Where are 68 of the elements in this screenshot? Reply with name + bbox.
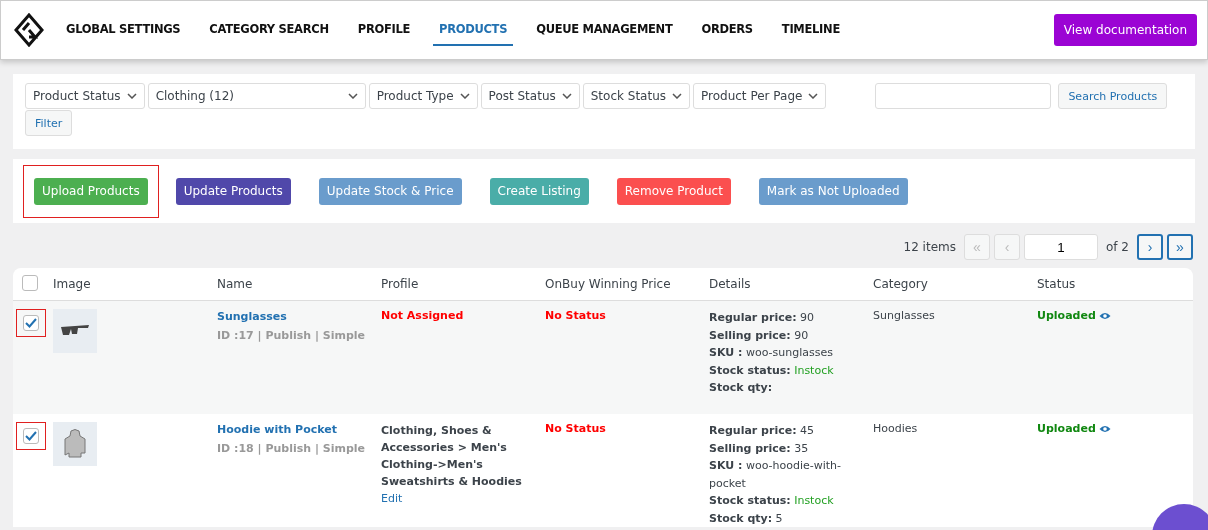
detail-line: Stock status: Instock	[709, 362, 835, 379]
column-header: Image	[53, 277, 91, 291]
column-header: OnBuy Winning Price	[545, 277, 671, 291]
page-number-field[interactable]: 1	[1024, 234, 1098, 260]
row-checkbox[interactable]	[23, 315, 39, 331]
winning-price-status: No Status	[545, 309, 607, 322]
item-count: 12 items	[903, 240, 956, 254]
nav-tab[interactable]: PRODUCTS	[433, 14, 514, 46]
product-name-link[interactable]: Hoodie with Pocket	[217, 423, 337, 436]
product-name-link[interactable]: Sunglasses	[217, 310, 287, 323]
status-text: Uploaded	[1037, 422, 1096, 435]
filter-dropdown[interactable]: Stock Status	[582, 83, 690, 109]
nav-tab[interactable]: TIMELINE	[775, 14, 846, 46]
winning-price-status: No Status	[545, 422, 607, 435]
filter-dropdown[interactable]: Product Type	[368, 83, 478, 109]
column-header: Name	[217, 277, 253, 291]
detail-line: Stock qty:	[709, 380, 774, 396]
profile-status: Not Assigned	[381, 309, 465, 322]
caret-icon	[459, 93, 470, 99]
product-meta: ID :17 | Publish | Simple	[217, 329, 367, 342]
detail-line: Regular price: 45	[709, 423, 816, 439]
detail-line: SKU : woo-sunglasses	[709, 345, 834, 361]
hoodie-icon	[63, 429, 87, 459]
search-products-button[interactable]: Search Products	[1058, 83, 1168, 109]
action-button[interactable]: Update Products	[175, 177, 291, 205]
detail-line: Regular price: 90	[709, 310, 816, 326]
detail-line: Stock status: Instock	[709, 493, 835, 509]
nav-tab[interactable]: QUEUE MANAGEMENT	[530, 14, 679, 46]
nav-tab[interactable]: GLOBAL SETTINGS	[60, 14, 187, 46]
action-button[interactable]: Remove Product	[616, 177, 731, 205]
eye-icon[interactable]	[1098, 312, 1111, 320]
nav-tab[interactable]: CATEGORY SEARCH	[203, 14, 335, 46]
detail-line: Selling price: 35	[709, 440, 810, 457]
sunglasses-icon	[60, 324, 90, 338]
search-field[interactable]	[875, 83, 1052, 109]
row-checkbox[interactable]	[23, 428, 39, 444]
detail-line: SKU : woo-hoodie-with-pocket	[709, 458, 843, 492]
category-text: Hoodies	[873, 422, 919, 435]
column-header: Profile	[381, 277, 419, 291]
column-header: Category	[873, 277, 928, 291]
nav-tab[interactable]: ORDERS	[695, 14, 759, 46]
detail-line: Selling price: 90	[709, 327, 810, 344]
caret-icon	[561, 93, 572, 99]
profile-name: Clothing, Shoes & Accessories > Men's Clothing->Men's Sweatshirts & Hoodies	[381, 423, 523, 490]
status-text: Uploaded	[1037, 309, 1096, 322]
caret-icon	[347, 93, 358, 99]
filter-dropdown[interactable]: Product Status	[25, 83, 145, 109]
detail-line: Stock qty: 5	[709, 510, 784, 527]
last-page-button[interactable]: »	[1167, 234, 1193, 260]
view-documentation-button[interactable]: View documentation	[1053, 14, 1197, 46]
filter-button[interactable]: Filter	[25, 110, 73, 136]
page-total: of 2	[1106, 240, 1129, 254]
column-header: Details	[709, 277, 751, 291]
filter-dropdown[interactable]: Post Status	[480, 83, 580, 109]
caret-icon	[126, 93, 137, 99]
next-page-button[interactable]: ›	[1137, 234, 1163, 260]
caret-icon	[672, 93, 682, 99]
product-meta: ID :18 | Publish | Simple	[217, 442, 367, 455]
logo-icon	[14, 13, 44, 47]
column-header: Status	[1037, 277, 1076, 291]
category-text: Sunglasses	[873, 309, 936, 322]
nav-tab[interactable]: PROFILE	[351, 14, 417, 46]
filter-dropdown[interactable]: Product Per Page	[693, 83, 827, 109]
eye-icon[interactable]	[1098, 425, 1111, 433]
select-all-checkbox[interactable]	[22, 274, 38, 291]
edit-profile-link[interactable]: Edit	[381, 492, 545, 505]
filter-dropdown[interactable]: Clothing (12)	[147, 83, 366, 109]
caret-icon	[808, 93, 819, 99]
